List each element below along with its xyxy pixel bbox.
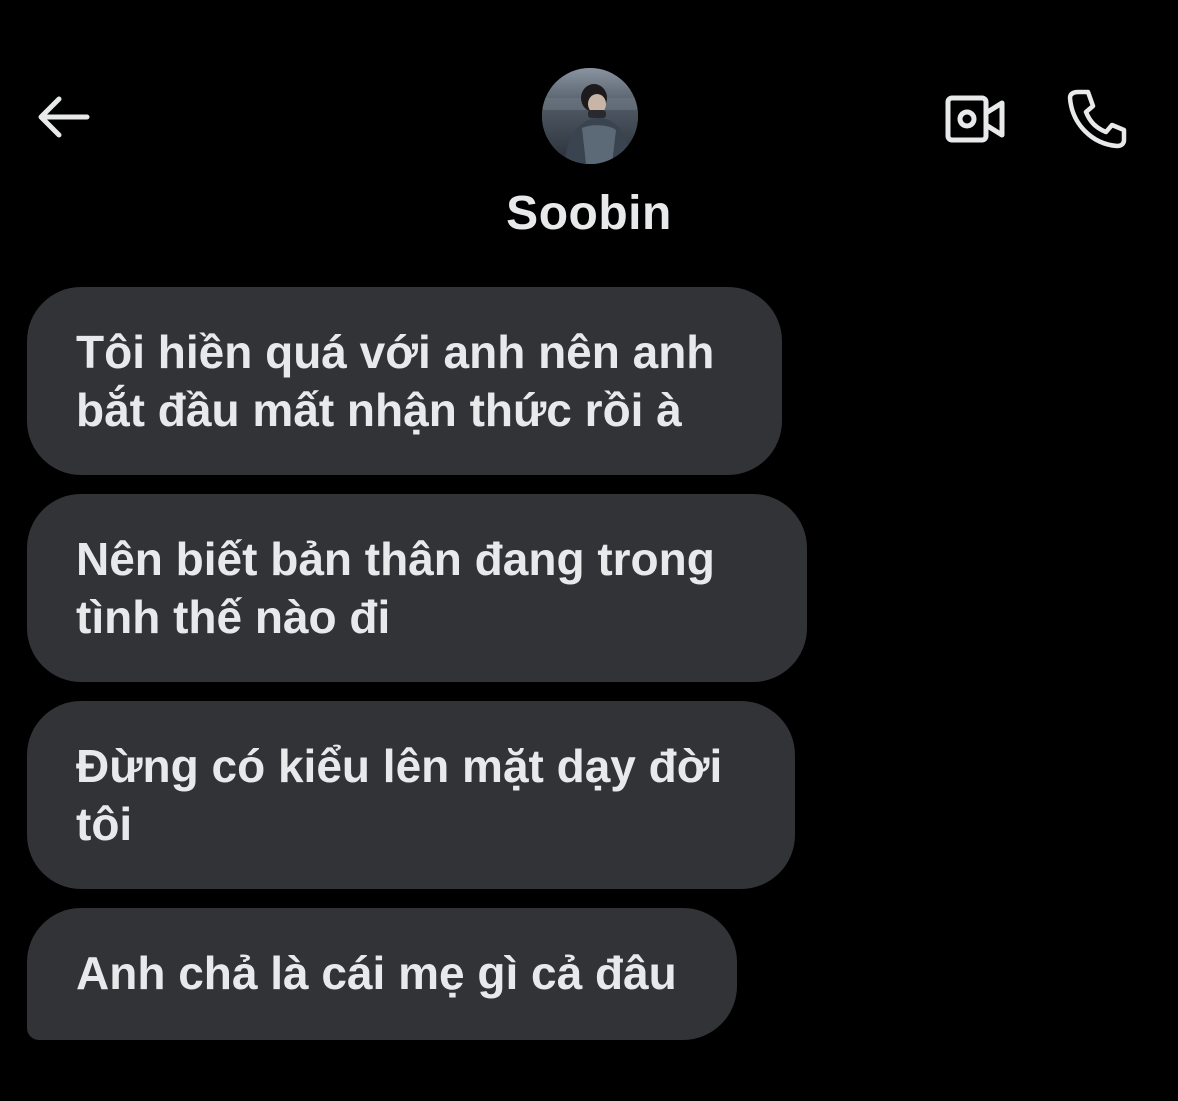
chat-header: Soobin <box>0 0 1178 270</box>
back-button[interactable] <box>30 88 94 146</box>
contact-name[interactable]: Soobin <box>0 186 1178 241</box>
avatar[interactable] <box>542 68 638 164</box>
video-call-button[interactable] <box>940 88 1012 150</box>
message-bubble[interactable]: Anh chả là cái mẹ gì cả đâu <box>27 908 737 1040</box>
contact-photo <box>542 68 638 164</box>
arrow-left-icon <box>38 96 90 138</box>
message-bubble[interactable]: Đừng có kiểu lên mặt dạy đời tôi <box>27 701 795 889</box>
message-bubble[interactable]: Tôi hiền quá với anh nên anh bắt đầu mất… <box>27 287 782 475</box>
phone-icon <box>1067 89 1127 149</box>
voice-call-button[interactable] <box>1060 82 1132 154</box>
message-bubble[interactable]: Nên biết bản thân đang trong tình thế nà… <box>27 494 807 682</box>
video-camera-icon <box>945 95 1005 143</box>
